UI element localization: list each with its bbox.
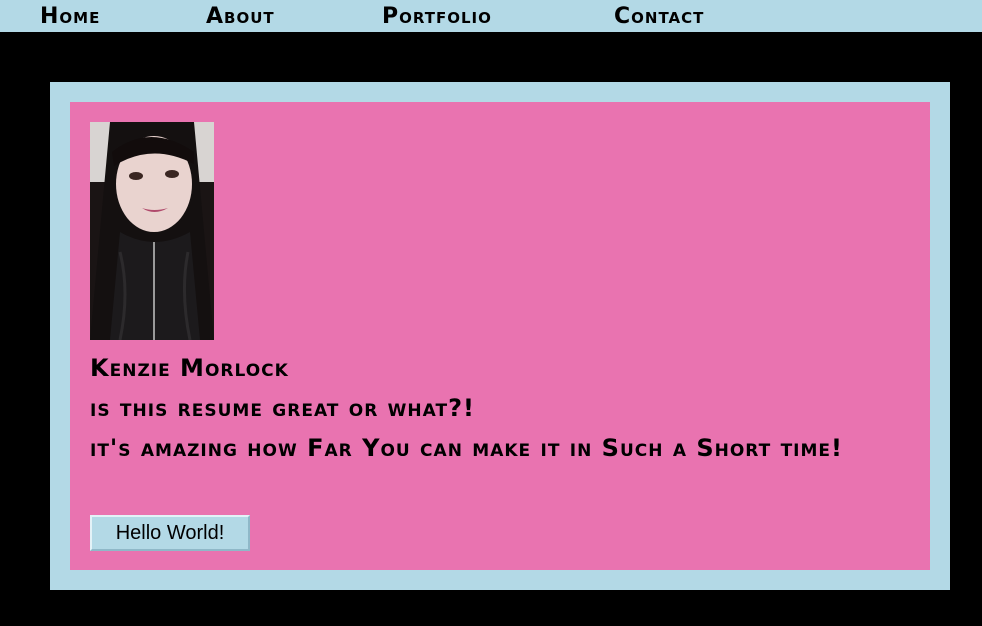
nav-about-link[interactable]: About — [206, 2, 275, 32]
nav-home-link[interactable]: Home — [40, 2, 100, 32]
profile-card: Kenzie Morlock is this resume great or w… — [70, 102, 930, 570]
nav-portfolio-link[interactable]: Portfolio — [382, 2, 492, 32]
profile-photo — [90, 122, 214, 340]
profile-text: Kenzie Morlock is this resume great or w… — [90, 348, 910, 468]
nav-contact-link[interactable]: Contact — [614, 2, 704, 32]
hello-world-button[interactable]: Hello World! — [90, 515, 250, 551]
profile-name: Kenzie Morlock — [90, 354, 289, 382]
profile-description: it's amazing how Far You can make it in … — [90, 434, 843, 462]
profile-frame: Kenzie Morlock is this resume great or w… — [50, 82, 950, 590]
top-nav: Home About Portfolio Contact — [0, 0, 982, 32]
profile-tagline: is this resume great or what?! — [90, 394, 475, 422]
profile-photo-image — [90, 122, 214, 340]
